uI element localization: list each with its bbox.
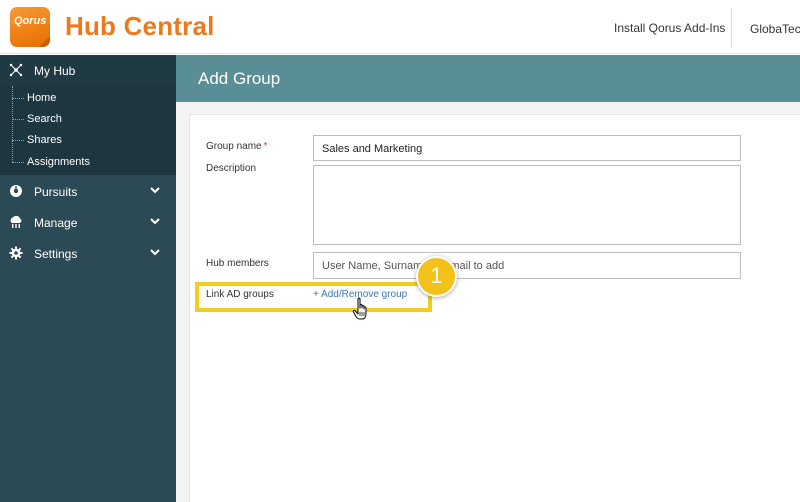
hub-icon: [9, 63, 23, 77]
required-marker: *: [263, 141, 268, 152]
manage-icon: [10, 215, 22, 228]
logo-text: Qorus: [14, 15, 47, 27]
app-title: Hub Central: [65, 11, 215, 41]
org-label[interactable]: GlobaTech: [750, 22, 800, 36]
nav-pursuits-label: Pursuits: [34, 185, 78, 199]
page-header: Add Group: [176, 55, 800, 102]
gear-icon: [9, 246, 23, 260]
sidebar-item-label: Search: [27, 113, 62, 125]
top-divider: [731, 8, 732, 48]
top-bar: Qorus Hub Central Install Qorus Add-Ins …: [0, 0, 800, 54]
chevron-down-icon[interactable]: [150, 216, 160, 226]
description-textarea[interactable]: [313, 165, 741, 245]
sidebar-item-label: Assignments: [27, 156, 90, 168]
qorus-logo[interactable]: Qorus: [10, 7, 50, 47]
install-addins-link[interactable]: Install Qorus Add-Ins: [614, 21, 725, 35]
pursuits-icon: [10, 185, 22, 197]
logo-corner: [39, 36, 50, 47]
hub-members-label: Hub members: [206, 258, 269, 269]
nav-my-hub-label: My Hub: [34, 64, 76, 78]
sidebar-item-shares[interactable]: Shares: [12, 130, 172, 150]
group-name-input[interactable]: Sales and Marketing: [313, 135, 741, 161]
sidebar-item-search[interactable]: Search: [12, 109, 172, 129]
nav-settings-label: Settings: [34, 247, 78, 261]
nav-my-hub[interactable]: My Hub: [0, 55, 176, 86]
nav-manage-label: Manage: [34, 216, 78, 230]
sidebar-item-assignments[interactable]: Assignments: [12, 152, 172, 172]
nav-settings[interactable]: Settings: [0, 238, 176, 269]
sidebar: My Hub Home Search Shares Assignments Pu…: [0, 55, 176, 502]
link-ad-groups-label: Link AD groups: [206, 289, 274, 300]
hub-members-input[interactable]: User Name, Surname or email to add: [313, 252, 741, 279]
my-hub-submenu: Home Search Shares Assignments: [0, 86, 176, 175]
chevron-down-icon[interactable]: [150, 185, 160, 195]
page-title: Add Group: [198, 69, 281, 88]
hand-cursor-icon: [352, 297, 367, 320]
nav-pursuits[interactable]: Pursuits: [0, 176, 176, 207]
group-name-label: Group name *: [206, 141, 268, 152]
sidebar-item-label: Shares: [27, 134, 62, 146]
tree-dots: [12, 98, 24, 99]
description-label: Description: [206, 163, 257, 174]
tree-dots: [12, 140, 24, 141]
group-name-value: Sales and Marketing: [322, 143, 423, 155]
nav-manage[interactable]: Manage: [0, 207, 176, 238]
sidebar-item-home[interactable]: Home: [12, 88, 172, 108]
callout-badge: 1: [416, 256, 457, 297]
sidebar-item-label: Home: [27, 92, 57, 104]
tree-dots: [12, 162, 24, 163]
group-name-label-text: Group name: [206, 141, 262, 152]
chevron-down-icon[interactable]: [150, 247, 160, 257]
hub-members-placeholder: User Name, Surname or email to add: [322, 260, 505, 272]
tree-dots: [12, 119, 24, 120]
